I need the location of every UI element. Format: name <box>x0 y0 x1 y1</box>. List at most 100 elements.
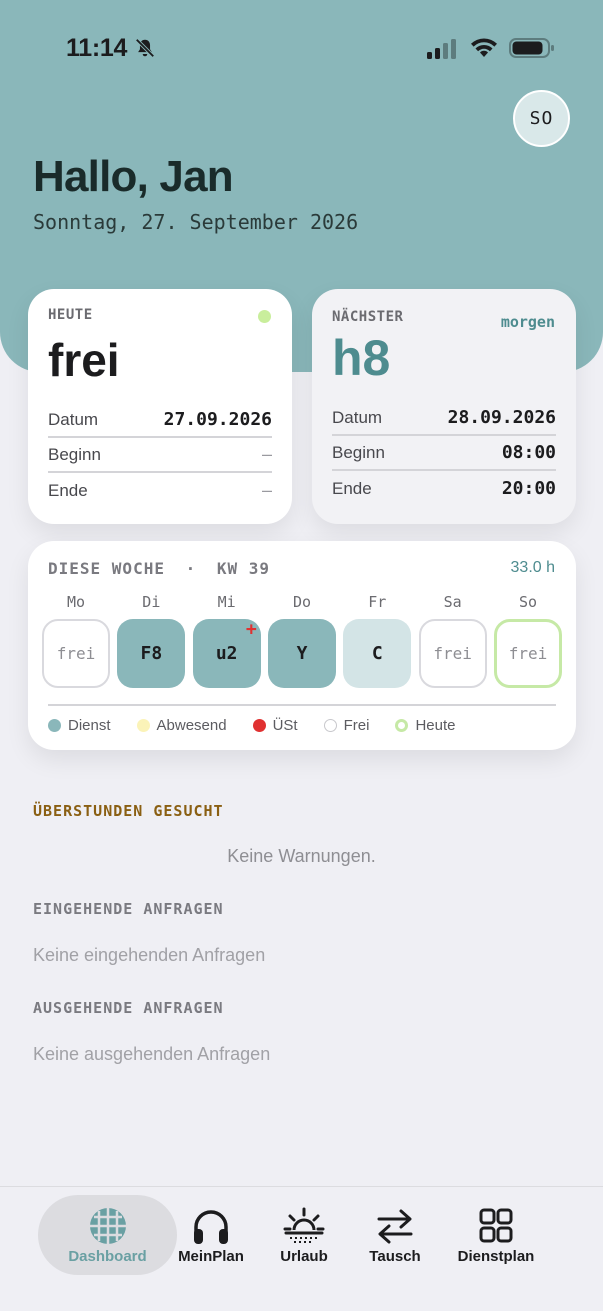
legend-dot-icon <box>136 719 150 732</box>
outgoing-empty-text: Keine ausgehenden Anfragen <box>33 1044 271 1064</box>
day-shift: u2 <box>215 643 238 664</box>
legend-dot-icon <box>48 719 61 732</box>
week-days: Mo frei Di F8 Mi u2 + Do Y Fr C Sa frei … <box>42 593 562 688</box>
next-shift: h8 <box>332 330 391 386</box>
today-row-start: Beginn – <box>48 438 272 473</box>
day-fr[interactable]: Fr C <box>343 593 412 688</box>
legend-label: ÜSt <box>272 717 298 734</box>
row-value: 08:00 <box>501 442 556 463</box>
headphones-icon <box>194 1209 228 1244</box>
legend-label: Heute <box>415 717 456 734</box>
row-label: Ende <box>48 480 88 500</box>
row-value: – <box>261 444 272 464</box>
day-shift-box[interactable]: u2 + <box>192 619 261 688</box>
row-value: – <box>261 480 272 500</box>
legend-dot-icon <box>252 719 266 732</box>
avatar[interactable]: SO <box>513 90 570 147</box>
tab-label: Dienstplan <box>457 1247 535 1265</box>
row-label: Ende <box>332 478 372 498</box>
row-value: 28.09.2026 <box>447 407 556 428</box>
day-do[interactable]: Do Y <box>267 593 336 688</box>
day-label: Mi <box>217 593 236 611</box>
swap-arrows-icon <box>377 1209 413 1243</box>
current-date: Sonntag, 27. September 2026 <box>33 210 359 234</box>
wifi-icon <box>471 38 497 57</box>
status-time: 11:14 <box>66 34 128 62</box>
tab-label: Dashboard <box>68 1247 147 1265</box>
week-divider <box>48 704 556 706</box>
overtime-section-title: ÜBERSTUNDEN GESUCHT <box>33 802 224 820</box>
legend-label: Abwesend <box>156 717 227 734</box>
today-row-date: Datum 27.09.2026 <box>48 403 272 438</box>
row-label: Beginn <box>48 444 101 464</box>
day-mi[interactable]: Mi u2 + <box>192 593 261 688</box>
legend-label: Frei <box>343 717 370 734</box>
row-value: 27.09.2026 <box>163 409 272 430</box>
today-status-dot <box>258 310 271 323</box>
globe-grid-icon <box>89 1207 126 1244</box>
day-label: So <box>518 593 537 611</box>
day-shift[interactable]: frei <box>42 619 110 688</box>
week-legend: Dienst Abwesend ÜSt Frei Heute <box>48 717 481 734</box>
overtime-empty-text: Keine Warnungen. <box>227 846 376 866</box>
tab-tausch[interactable]: Tausch <box>360 1195 430 1275</box>
day-label: Di <box>142 593 161 611</box>
tab-urlaub[interactable]: Urlaub <box>269 1195 339 1275</box>
week-number: KW 39 <box>216 559 271 578</box>
day-shift[interactable]: F8 <box>117 619 186 688</box>
legend-ueberstunden: ÜSt <box>252 717 298 734</box>
today-card[interactable]: HEUTE frei Datum 27.09.2026 Beginn – End… <box>28 289 292 524</box>
next-shift-card[interactable]: NÄCHSTER morgen h8 Datum 28.09.2026 Begi… <box>312 289 576 524</box>
day-shift[interactable]: frei <box>418 619 487 688</box>
week-hours: 33.0 h <box>510 559 555 576</box>
tab-meinplan[interactable]: MeinPlan <box>172 1195 250 1275</box>
today-shift: frei <box>48 334 120 386</box>
grid-icon <box>479 1208 513 1242</box>
bell-slash-icon <box>135 38 155 58</box>
sunrise-icon <box>283 1207 325 1243</box>
tab-label: Tausch <box>369 1247 421 1265</box>
legend-heute: Heute <box>395 717 455 734</box>
day-di[interactable]: Di F8 <box>117 593 186 688</box>
week-separator: · <box>185 559 197 578</box>
day-label: Fr <box>368 593 387 611</box>
today-label: HEUTE <box>48 307 93 323</box>
status-bar: 11:14 <box>0 0 603 96</box>
legend-label: Dienst <box>68 717 111 734</box>
row-label: Beginn <box>332 442 385 462</box>
day-label: Mo <box>66 593 86 611</box>
legend-frei: Frei <box>323 717 370 734</box>
tab-dienstplan[interactable]: Dienstplan <box>450 1195 542 1275</box>
day-so[interactable]: So frei <box>493 593 562 688</box>
day-shift[interactable]: Y <box>267 619 336 688</box>
incoming-section-title: EINGEHENDE ANFRAGEN <box>33 900 224 918</box>
day-shift[interactable]: C <box>343 619 412 688</box>
week-title-text: DIESE WOCHE <box>48 559 165 578</box>
day-mo[interactable]: Mo frei <box>42 593 110 688</box>
outgoing-section-title: AUSGEHENDE ANFRAGEN <box>33 999 224 1017</box>
battery-icon <box>509 38 554 58</box>
next-row-end: Ende 20:00 <box>332 471 556 506</box>
week-card: DIESE WOCHE · KW 39 33.0 h Mo frei Di F8… <box>28 541 576 750</box>
incoming-empty-text: Keine eingehenden Anfragen <box>33 945 266 965</box>
week-title: DIESE WOCHE · KW 39 <box>48 559 270 578</box>
day-label: Sa <box>443 593 462 611</box>
legend-dienst: Dienst <box>48 717 111 734</box>
legend-dot-icon <box>323 719 337 732</box>
today-row-end: Ende – <box>48 473 272 508</box>
legend-abwesend: Abwesend <box>136 717 227 734</box>
next-when: morgen <box>500 313 555 331</box>
tab-label: MeinPlan <box>178 1247 244 1265</box>
day-shift[interactable]: frei <box>493 619 562 688</box>
tab-dashboard[interactable]: Dashboard <box>38 1195 177 1275</box>
row-label: Datum <box>48 409 99 429</box>
day-sa[interactable]: Sa frei <box>418 593 487 688</box>
next-row-start: Beginn 08:00 <box>332 436 556 471</box>
legend-dot-icon <box>395 719 409 732</box>
tab-label: Urlaub <box>280 1247 328 1265</box>
page-title: Hallo, Jan <box>33 152 234 201</box>
row-label: Datum <box>332 407 383 427</box>
tab-bar: Dashboard MeinPlan Urlaub Tausch Dienstp… <box>0 1186 603 1311</box>
day-label: Do <box>292 593 312 611</box>
overtime-plus-icon: + <box>245 619 257 640</box>
